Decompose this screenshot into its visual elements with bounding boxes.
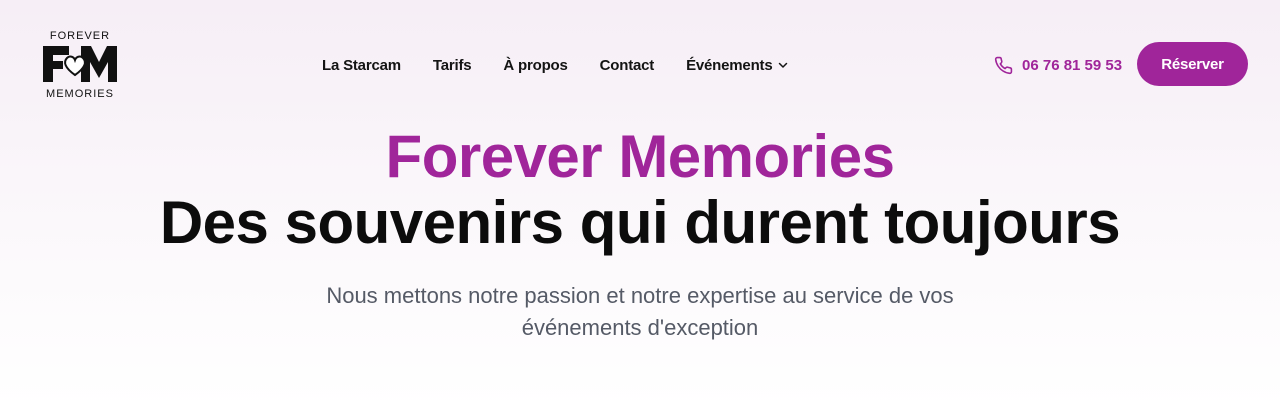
chevron-down-icon	[779, 62, 788, 68]
main-nav: La Starcam Tarifs À propos Contact Événe…	[322, 54, 788, 76]
phone-link[interactable]: 06 76 81 59 53	[994, 54, 1122, 76]
nav-item-contact[interactable]: Contact	[599, 56, 655, 74]
logo-bottom-text: MEMORIES	[46, 88, 114, 100]
hero-brand-title: Forever Memories	[385, 123, 895, 190]
logo[interactable]: FOREVER MEMORIES	[40, 30, 120, 102]
nav-item-evenements[interactable]: Événements	[686, 57, 788, 74]
logo-monogram	[41, 42, 119, 88]
nav-item-tarifs[interactable]: Tarifs	[433, 57, 472, 74]
nav-item-label: Événements	[686, 56, 773, 74]
reserve-button[interactable]: Réserver	[1137, 42, 1248, 86]
phone-number: 06 76 81 59 53	[1022, 56, 1123, 74]
hero-title: Des souvenirs qui durent toujours	[159, 189, 1121, 256]
nav-item-label: Contact	[599, 56, 655, 74]
nav-item-la-starcam[interactable]: La Starcam	[322, 57, 401, 74]
site-header: FOREVER MEMORIES La Starcam Tarifs À pro…	[0, 0, 1280, 128]
hero-subtitle: Nous mettons notre passion et notre expe…	[326, 283, 954, 340]
hero-section: Forever Memories Des souvenirs qui duren…	[0, 122, 1280, 344]
nav-item-a-propos[interactable]: À propos	[503, 57, 567, 74]
nav-item-label: À propos	[503, 56, 568, 74]
phone-icon	[994, 56, 1013, 74]
logo-top-text: FOREVER	[49, 30, 111, 42]
nav-item-label: La Starcam	[322, 56, 401, 74]
nav-item-label: Tarifs	[432, 56, 472, 74]
